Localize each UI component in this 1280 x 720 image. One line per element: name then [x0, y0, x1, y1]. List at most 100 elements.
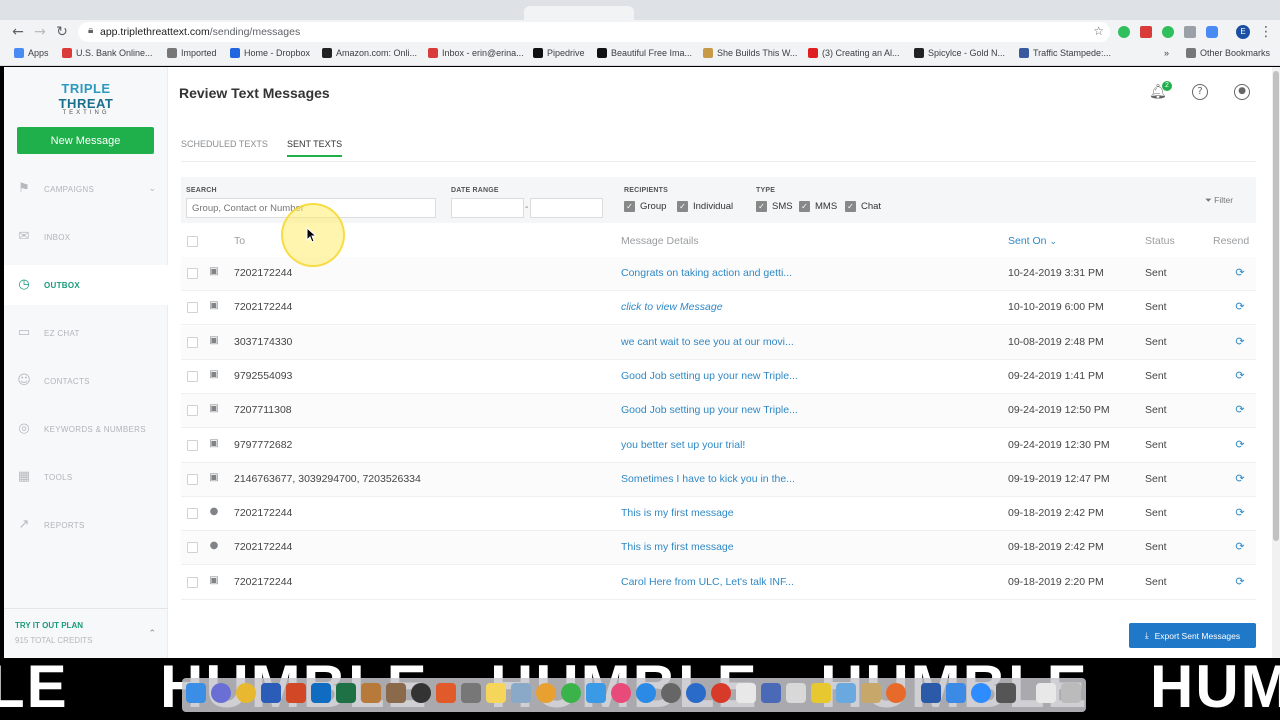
firefox-icon[interactable] — [886, 683, 906, 703]
finder-icon[interactable] — [186, 683, 206, 703]
launchpad-icon[interactable] — [211, 683, 231, 703]
row-message-link[interactable]: This is my first message — [621, 507, 734, 519]
resend-icon[interactable]: ⟳ — [1234, 438, 1246, 452]
row-checkbox[interactable] — [187, 473, 198, 485]
bookmark-star-icon[interactable]: ☆ — [1093, 24, 1104, 38]
app-icon-gray[interactable] — [461, 683, 481, 703]
row-message-link[interactable]: we cant wait to see you at our movi... — [621, 336, 794, 348]
notes-app-icon[interactable] — [361, 683, 381, 703]
bookmark-traffic[interactable]: Traffic Stampede:... — [1019, 48, 1111, 58]
select-all-checkbox[interactable] — [187, 236, 198, 247]
contacts-app-icon[interactable] — [386, 683, 406, 703]
row-checkbox[interactable] — [187, 370, 198, 382]
row-message-link[interactable]: click to view Message — [621, 301, 723, 313]
sidebar-item-inbox[interactable]: ✉ INBOX — [4, 217, 168, 257]
extension-gray-icon[interactable] — [1184, 26, 1196, 38]
bookmark-gmail[interactable]: Inbox - erin@erina... — [428, 48, 524, 58]
table-row[interactable]: ● 7202172244 This is my first message 09-18… — [181, 497, 1256, 532]
bookmark-dropbox[interactable]: Home - Dropbox — [230, 48, 310, 58]
resend-icon[interactable]: ⟳ — [1234, 300, 1246, 314]
forward-icon[interactable]: → — [31, 23, 49, 41]
itunes-icon[interactable] — [611, 683, 631, 703]
textedit-icon[interactable] — [786, 683, 806, 703]
resend-icon[interactable]: ⟳ — [1234, 403, 1246, 417]
date-to-input[interactable] — [530, 198, 603, 218]
clock-app-icon[interactable] — [411, 683, 431, 703]
bookmark-other[interactable]: Other Bookmarks — [1186, 48, 1270, 58]
date-from-input[interactable] — [451, 198, 524, 218]
bookmark-shebuilds[interactable]: She Builds This W... — [703, 48, 797, 58]
resend-icon[interactable]: ⟳ — [1234, 506, 1246, 520]
extension-blue-icon[interactable] — [1206, 26, 1218, 38]
table-row[interactable]: ▣ 9792554093 Good Job setting up your new … — [181, 359, 1256, 394]
help-icon[interactable]: ? — [1192, 84, 1208, 100]
word-icon[interactable] — [261, 683, 281, 703]
scrollbar-thumb[interactable] — [1273, 71, 1279, 541]
reload-icon[interactable]: ↻ — [53, 23, 71, 41]
star-app-icon[interactable] — [811, 683, 831, 703]
app-store-icon[interactable] — [636, 683, 656, 703]
sidebar-item-reports[interactable]: ↗ REPORTS — [4, 505, 168, 545]
bookmark-youtube[interactable]: (3) Creating an Al... — [808, 48, 900, 58]
sidebar-item-outbox[interactable]: ◷ OUTBOX — [4, 265, 168, 305]
extension-green-icon[interactable] — [1162, 26, 1174, 38]
browser-menu-icon[interactable]: ⋮ — [1257, 23, 1275, 41]
resend-icon[interactable]: ⟳ — [1234, 472, 1246, 486]
extension-red-icon[interactable] — [1140, 26, 1152, 38]
browser-tab[interactable] — [524, 6, 634, 20]
chevron-up-icon[interactable]: ⌃ — [148, 629, 156, 639]
row-message-link[interactable]: Congrats on taking action and getti... — [621, 267, 792, 279]
bookmark-pipedrive[interactable]: Pipedrive — [533, 48, 585, 58]
row-checkbox[interactable] — [187, 576, 198, 588]
bookmark-apps[interactable]: Apps — [14, 48, 49, 58]
row-message-link[interactable]: Good Job setting up your new Triple... — [621, 370, 798, 382]
app-icon-red[interactable] — [711, 683, 731, 703]
account-icon[interactable]: ● — [1234, 84, 1250, 100]
sidebar-item-campaigns[interactable]: ⚑ CAMPAIGNS ⌄ — [4, 169, 168, 209]
app-icon-navy[interactable] — [921, 683, 941, 703]
facetime-icon[interactable] — [561, 683, 581, 703]
row-message-link[interactable]: Good Job setting up your new Triple... — [621, 404, 798, 416]
new-message-button[interactable]: New Message — [17, 127, 154, 154]
back-icon[interactable]: ← — [9, 23, 27, 41]
row-checkbox[interactable] — [187, 542, 198, 554]
photos-icon[interactable] — [536, 683, 556, 703]
table-row[interactable]: ▣ 7202172244 Congrats on taking action and… — [181, 257, 1256, 291]
row-checkbox[interactable] — [187, 268, 198, 279]
filter-button[interactable]: ⏷ Filter — [1196, 190, 1242, 210]
row-checkbox[interactable] — [187, 336, 198, 348]
individual-checkbox[interactable]: ✓ Individual — [677, 201, 733, 212]
trash-icon[interactable] — [1061, 683, 1081, 703]
row-checkbox[interactable] — [187, 405, 198, 417]
app-icon-lightblue[interactable] — [836, 683, 856, 703]
messages-icon[interactable] — [586, 683, 606, 703]
resend-icon[interactable]: ⟳ — [1234, 266, 1246, 280]
sidebar-item-contacts[interactable]: ☺ CONTACTS — [4, 361, 168, 401]
sidebar-item-keywords[interactable]: ◎ KEYWORDS & NUMBERS — [4, 409, 168, 449]
bookmark-amazon[interactable]: Amazon.com: Onli... — [322, 48, 417, 58]
safari-icon[interactable] — [686, 683, 706, 703]
folder-stack-icon[interactable] — [1036, 683, 1056, 703]
preview-icon[interactable] — [511, 683, 531, 703]
export-sent-messages-button[interactable]: ⤓ Export Sent Messages — [1129, 623, 1256, 648]
sidebar-item-tools[interactable]: ▦ TOOLS — [4, 457, 168, 497]
bookmark-imported[interactable]: Imported — [167, 48, 217, 58]
resend-icon[interactable]: ⟳ — [1234, 335, 1246, 349]
resend-icon[interactable]: ⟳ — [1234, 540, 1246, 554]
stickies-icon[interactable] — [486, 683, 506, 703]
bookmark-usbank[interactable]: U.S. Bank Online... — [62, 48, 153, 58]
resend-icon[interactable]: ⟳ — [1234, 575, 1246, 589]
row-checkbox[interactable] — [187, 508, 198, 520]
tab-scheduled-texts[interactable]: SCHEDULED TEXTS — [181, 139, 268, 155]
row-message-link[interactable]: This is my first message — [621, 541, 734, 553]
sidebar-item-ez-chat[interactable]: ▭ EZ CHAT — [4, 313, 168, 353]
powerpoint-icon[interactable] — [286, 683, 306, 703]
bookmarks-overflow-icon[interactable]: » — [1164, 48, 1169, 58]
page-scrollbar[interactable] — [1272, 67, 1280, 658]
row-message-link[interactable]: Carol Here from ULC, Let's talk INF... — [621, 576, 794, 588]
address-bar[interactable]: 🔒︎ app.triplethreattext.com/sending/mess… — [78, 22, 1110, 42]
app-icon-orange[interactable] — [436, 683, 456, 703]
logo[interactable]: TRIPLE THREAT TEXTING — [36, 81, 136, 116]
row-message-link[interactable]: you better set up your trial! — [621, 439, 745, 451]
system-preferences-icon[interactable] — [661, 683, 681, 703]
